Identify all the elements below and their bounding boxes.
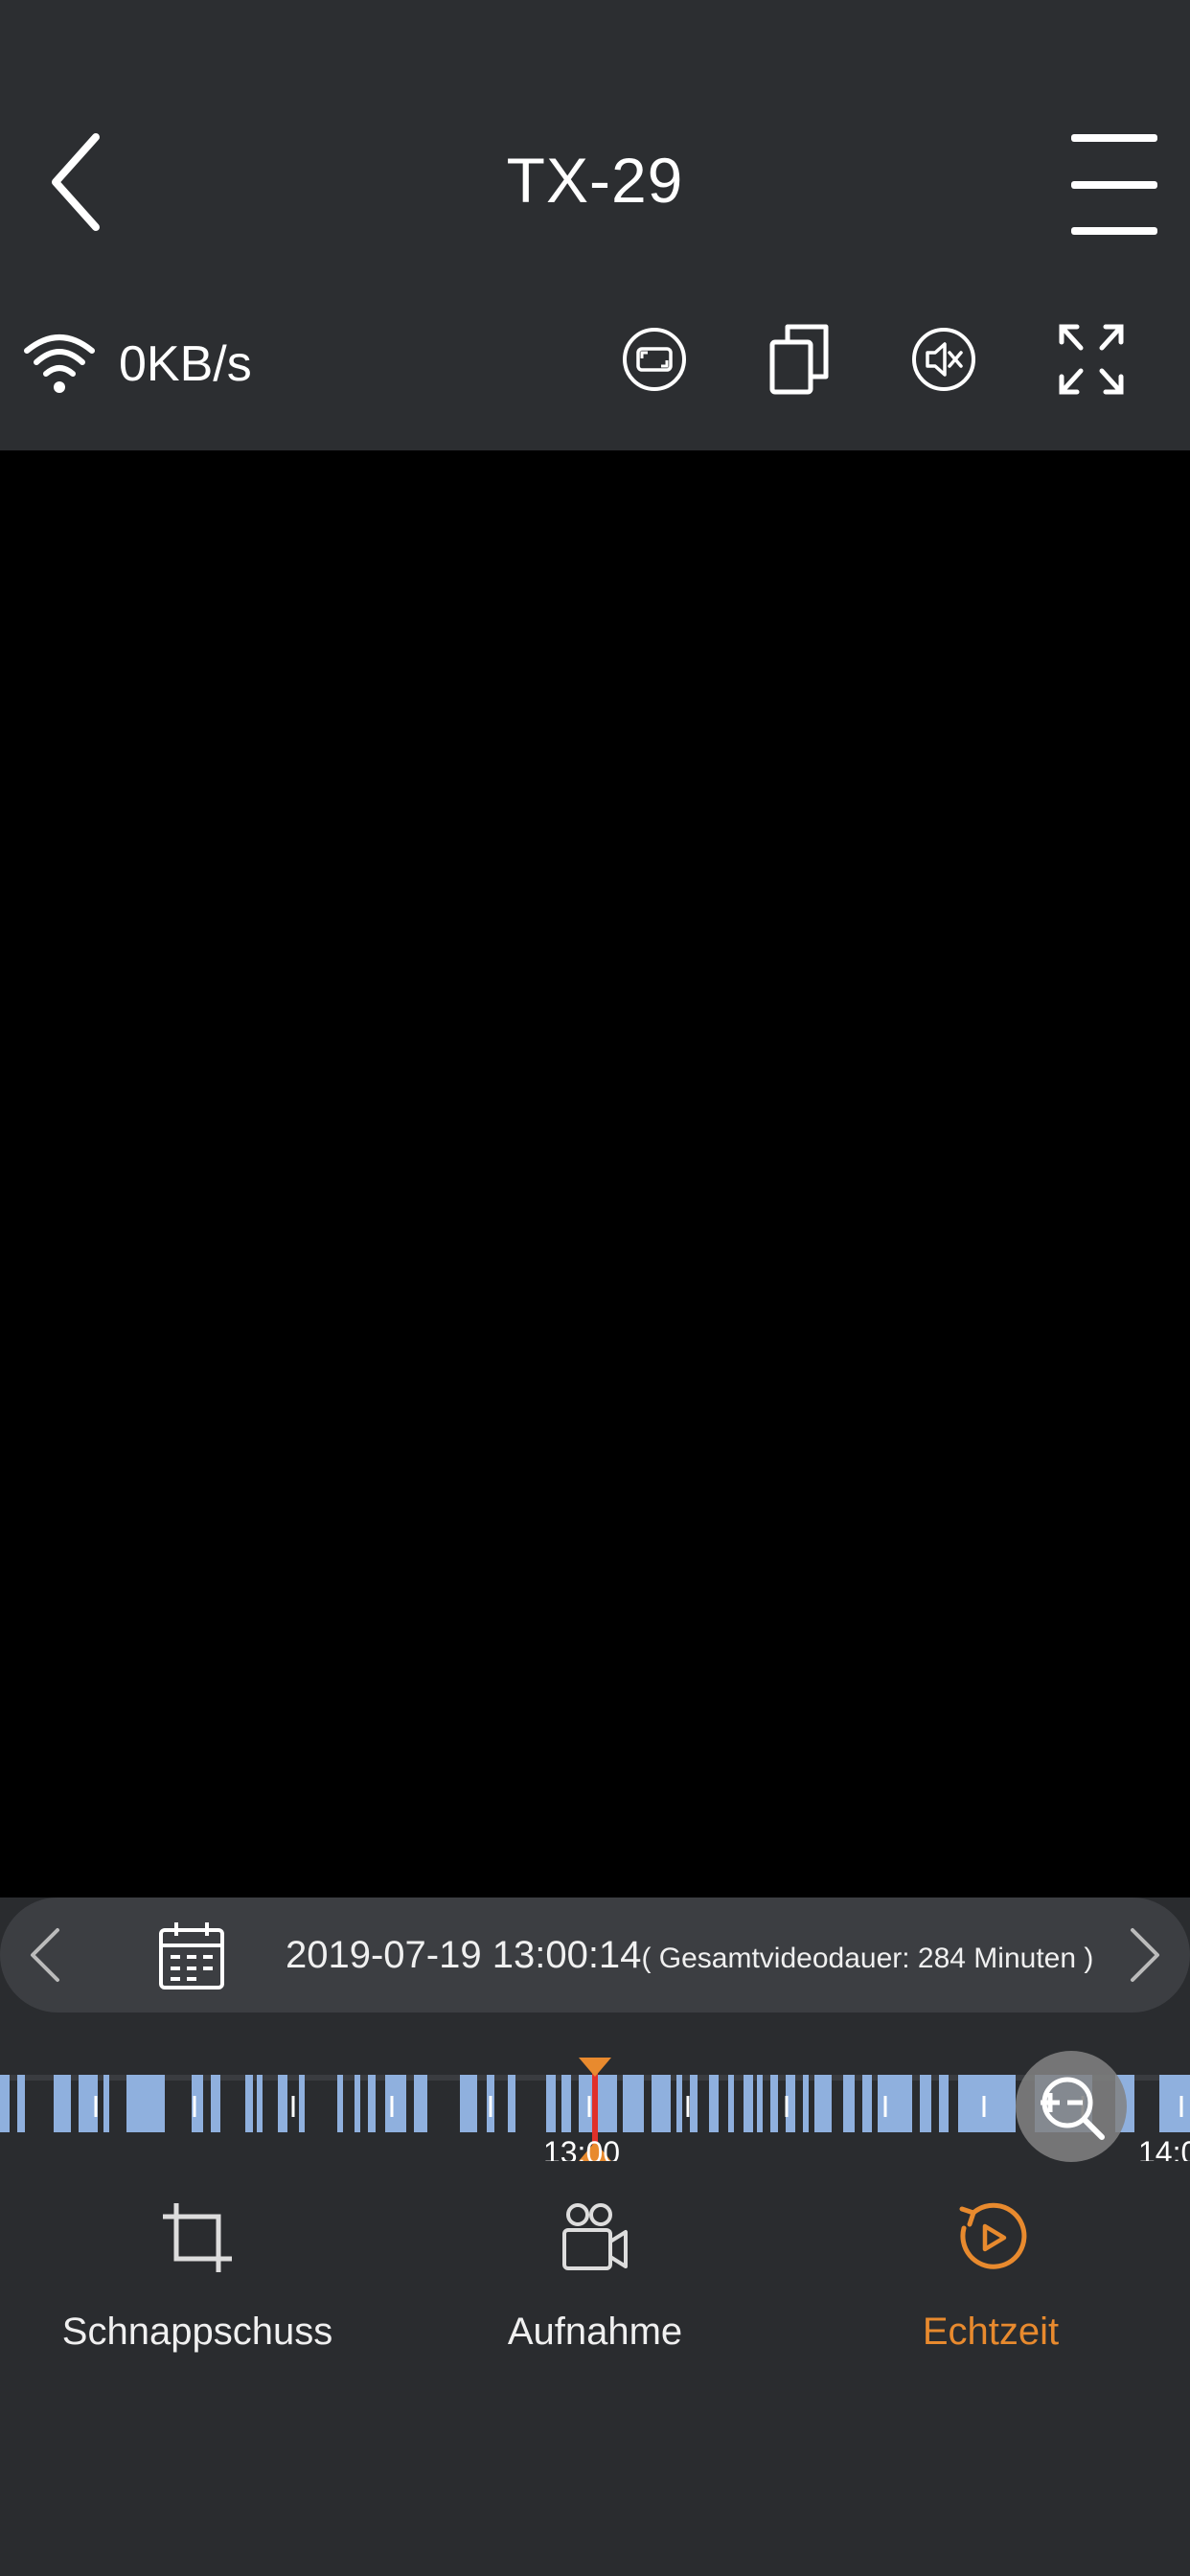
recording-segment bbox=[126, 2075, 165, 2132]
recording-segment bbox=[690, 2075, 698, 2132]
recording-segment bbox=[561, 2075, 571, 2132]
recording-segment bbox=[385, 2075, 406, 2132]
recording-segment bbox=[355, 2075, 360, 2132]
screen-ratio-button[interactable] bbox=[611, 316, 698, 402]
recording-segment bbox=[878, 2075, 912, 2132]
timeline-label-1300: 13:00 bbox=[543, 2135, 620, 2161]
recording-segment bbox=[843, 2075, 855, 2132]
recording-segment bbox=[17, 2075, 25, 2132]
date-bar: 2019-07-19 13:00:14( Gesamtvideodauer: 2… bbox=[0, 1898, 1190, 2012]
recording-segment bbox=[770, 2075, 778, 2132]
live-button[interactable]: Echtzeit bbox=[847, 2161, 1134, 2353]
live-label: Echtzeit bbox=[922, 2311, 1060, 2353]
live-icon bbox=[959, 2202, 1027, 2269]
multi-view-button[interactable] bbox=[757, 316, 843, 402]
recording-segment bbox=[814, 2075, 832, 2132]
wifi-icon bbox=[24, 334, 95, 393]
mute-button[interactable] bbox=[901, 316, 987, 402]
record-icon bbox=[562, 2203, 628, 2270]
recording-segment bbox=[337, 2075, 343, 2132]
recording-segment bbox=[939, 2075, 949, 2132]
fullscreen-icon bbox=[1059, 324, 1124, 395]
recording-segment bbox=[862, 2075, 872, 2132]
bottom-action-bar: Schnappschuss Aufnahme Echtzeit bbox=[0, 2161, 1190, 2353]
recording-segment bbox=[414, 2075, 427, 2132]
recording-segment bbox=[623, 2075, 644, 2132]
total-duration: ( Gesamtvideodauer: 284 Minuten ) bbox=[641, 1943, 1094, 1974]
menu-icon-line bbox=[1071, 227, 1157, 235]
page-title: TX-29 bbox=[506, 145, 684, 216]
crop-icon bbox=[163, 2203, 232, 2272]
network-speed: 0KB/s bbox=[119, 336, 252, 392]
screen-ratio-icon bbox=[623, 328, 686, 391]
mute-icon bbox=[912, 328, 975, 391]
calendar-icon[interactable] bbox=[157, 1919, 226, 1991]
playhead-marker-top bbox=[579, 2058, 611, 2077]
timeline-track[interactable]: 13:00 14:0 bbox=[0, 2046, 1190, 2161]
recording-segment bbox=[245, 2075, 253, 2132]
recording-segment bbox=[257, 2075, 263, 2132]
record-button[interactable]: Aufnahme bbox=[451, 2161, 739, 2353]
snapshot-button[interactable]: Schnappschuss bbox=[54, 2161, 341, 2353]
playback-datetime: 2019-07-19 13:00:14( Gesamtvideodauer: 2… bbox=[286, 1934, 1093, 1977]
status-row: 0KB/s bbox=[0, 316, 1190, 412]
menu-icon-line bbox=[1071, 180, 1157, 189]
recording-segment bbox=[0, 2075, 10, 2132]
previous-day-button[interactable] bbox=[21, 1924, 69, 1986]
recording-segment bbox=[744, 2075, 753, 2132]
multi-view-icon bbox=[769, 324, 829, 395]
recording-segment bbox=[803, 2075, 809, 2132]
recording-segment bbox=[103, 2075, 109, 2132]
recording-segment bbox=[958, 2075, 1016, 2132]
recording-segment bbox=[728, 2075, 734, 2132]
datetime-value: 2019-07-19 13:00:14 bbox=[286, 1934, 642, 1976]
recording-segment bbox=[676, 2075, 682, 2132]
recording-segment bbox=[709, 2075, 719, 2132]
recording-segment bbox=[299, 2075, 305, 2132]
menu-icon-line bbox=[1071, 134, 1157, 142]
recording-segment bbox=[508, 2075, 515, 2132]
zoom-button[interactable] bbox=[1016, 2051, 1127, 2162]
recording-segment bbox=[1159, 2075, 1190, 2132]
timeline-label-1400: 14:0 bbox=[1138, 2135, 1190, 2161]
recording-segment bbox=[920, 2075, 931, 2132]
zoom-icon bbox=[1041, 2077, 1105, 2140]
next-day-button[interactable] bbox=[1121, 1924, 1169, 1986]
recording-segment bbox=[757, 2075, 763, 2132]
fullscreen-button[interactable] bbox=[1048, 316, 1134, 402]
snapshot-label: Schnappschuss bbox=[61, 2311, 333, 2353]
menu-button[interactable] bbox=[1071, 134, 1157, 235]
recording-segment bbox=[211, 2075, 220, 2132]
recording-segment bbox=[460, 2075, 477, 2132]
recording-timeline[interactable]: 13:00 14:0 bbox=[0, 2046, 1190, 2161]
video-player[interactable] bbox=[0, 450, 1190, 1898]
recording-segment bbox=[546, 2075, 556, 2132]
top-bar: TX-29 0KB/s bbox=[0, 0, 1190, 450]
recording-segment bbox=[278, 2075, 287, 2132]
recording-segment bbox=[652, 2075, 671, 2132]
recording-segment bbox=[54, 2075, 71, 2132]
recording-segment bbox=[368, 2075, 376, 2132]
record-label: Aufnahme bbox=[507, 2311, 683, 2353]
